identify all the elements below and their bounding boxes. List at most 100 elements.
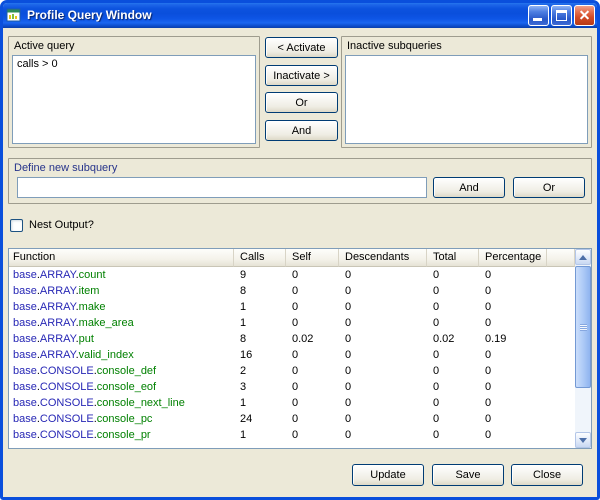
- column-header-filler: [547, 249, 575, 267]
- table-row[interactable]: base.CONSOLE.console_pr10000: [9, 427, 575, 443]
- self-cell: 0: [286, 267, 339, 283]
- percentage-cell: 0: [479, 299, 547, 315]
- define-subquery-panel: Define new subquery And Or: [8, 158, 592, 204]
- update-button[interactable]: Update: [352, 464, 424, 486]
- self-cell: 0: [286, 379, 339, 395]
- function-cell: base.ARRAY.make_area: [9, 315, 234, 331]
- table-row[interactable]: base.ARRAY.put80.0200.020.19: [9, 331, 575, 347]
- and-button[interactable]: And: [265, 120, 338, 141]
- save-button[interactable]: Save: [432, 464, 504, 486]
- calls-cell: 9: [234, 267, 286, 283]
- profile-query-window: Profile Query Window Active query calls …: [0, 0, 600, 500]
- close-window-button[interactable]: Close: [511, 464, 583, 486]
- calls-cell: 8: [234, 283, 286, 299]
- total-cell: 0: [427, 299, 479, 315]
- table-header: Function Calls Self Descendants Total Pe…: [9, 249, 575, 267]
- function-cell: base.CONSOLE.console_next_line: [9, 395, 234, 411]
- calls-cell: 8: [234, 331, 286, 347]
- column-header-calls[interactable]: Calls: [234, 249, 286, 267]
- inactive-subqueries-list[interactable]: [345, 55, 588, 144]
- arrow-up-icon: [579, 255, 587, 260]
- active-query-list[interactable]: calls > 0: [12, 55, 256, 144]
- define-subquery-label: Define new subquery: [14, 162, 117, 174]
- descendants-cell: 0: [339, 363, 427, 379]
- table-row[interactable]: base.CONSOLE.console_def20000: [9, 363, 575, 379]
- profile-table: Function Calls Self Descendants Total Pe…: [8, 248, 592, 449]
- table-row[interactable]: base.CONSOLE.console_pc240000: [9, 411, 575, 427]
- table-row[interactable]: base.CONSOLE.console_next_line10000: [9, 395, 575, 411]
- percentage-cell: 0: [479, 363, 547, 379]
- calls-cell: 3: [234, 379, 286, 395]
- descendants-cell: 0: [339, 283, 427, 299]
- app-icon: [6, 7, 22, 23]
- self-cell: 0.02: [286, 331, 339, 347]
- minimize-icon: [533, 18, 542, 21]
- function-cell: base.ARRAY.item: [9, 283, 234, 299]
- thumb-grip-icon: [580, 324, 587, 331]
- table-body: base.ARRAY.count90000base.ARRAY.item8000…: [9, 267, 575, 448]
- calls-cell: 2: [234, 363, 286, 379]
- column-header-self[interactable]: Self: [286, 249, 339, 267]
- percentage-cell: 0: [479, 283, 547, 299]
- inactivate-button[interactable]: Inactivate >: [265, 65, 338, 86]
- total-cell: 0: [427, 363, 479, 379]
- arrow-down-icon: [579, 438, 587, 443]
- window-title: Profile Query Window: [25, 8, 525, 22]
- self-cell: 0: [286, 347, 339, 363]
- column-header-percentage[interactable]: Percentage: [479, 249, 547, 267]
- table-row[interactable]: base.CONSOLE.console_eof30000: [9, 379, 575, 395]
- activate-button[interactable]: < Activate: [265, 37, 338, 58]
- table-row[interactable]: base.ARRAY.count90000: [9, 267, 575, 283]
- column-header-descendants[interactable]: Descendants: [339, 249, 427, 267]
- percentage-cell: 0: [479, 315, 547, 331]
- nest-output-label: Nest Output?: [29, 219, 94, 231]
- column-header-function[interactable]: Function: [9, 249, 234, 267]
- function-cell: base.ARRAY.make: [9, 299, 234, 315]
- self-cell: 0: [286, 315, 339, 331]
- percentage-cell: 0: [479, 395, 547, 411]
- percentage-cell: 0: [479, 267, 547, 283]
- subquery-and-button[interactable]: And: [433, 177, 505, 198]
- function-cell: base.ARRAY.count: [9, 267, 234, 283]
- descendants-cell: 0: [339, 299, 427, 315]
- function-cell: base.CONSOLE.console_eof: [9, 379, 234, 395]
- table-row[interactable]: base.ARRAY.item80000: [9, 283, 575, 299]
- subquery-input[interactable]: [17, 177, 427, 198]
- minimize-button[interactable]: [528, 5, 549, 26]
- total-cell: 0: [427, 411, 479, 427]
- scrollbar-thumb[interactable]: [575, 266, 591, 388]
- or-button[interactable]: Or: [265, 92, 338, 113]
- total-cell: 0: [427, 427, 479, 443]
- nest-output-checkbox[interactable]: [10, 219, 23, 232]
- percentage-cell: 0: [479, 411, 547, 427]
- active-query-item[interactable]: calls > 0: [13, 56, 255, 72]
- self-cell: 0: [286, 283, 339, 299]
- total-cell: 0: [427, 347, 479, 363]
- descendants-cell: 0: [339, 347, 427, 363]
- vertical-scrollbar[interactable]: [575, 249, 591, 448]
- descendants-cell: 0: [339, 267, 427, 283]
- scroll-up-button[interactable]: [575, 249, 591, 265]
- self-cell: 0: [286, 411, 339, 427]
- scroll-down-button[interactable]: [575, 432, 591, 448]
- percentage-cell: 0.19: [479, 331, 547, 347]
- table-row[interactable]: base.ARRAY.valid_index160000: [9, 347, 575, 363]
- subquery-or-button[interactable]: Or: [513, 177, 585, 198]
- descendants-cell: 0: [339, 331, 427, 347]
- percentage-cell: 0: [479, 427, 547, 443]
- column-header-total[interactable]: Total: [427, 249, 479, 267]
- function-cell: base.ARRAY.valid_index: [9, 347, 234, 363]
- titlebar[interactable]: Profile Query Window: [2, 2, 598, 28]
- close-button[interactable]: [574, 5, 595, 26]
- function-cell: base.CONSOLE.console_def: [9, 363, 234, 379]
- self-cell: 0: [286, 363, 339, 379]
- window-controls: [528, 5, 595, 26]
- active-query-label: Active query: [14, 40, 75, 52]
- calls-cell: 1: [234, 395, 286, 411]
- calls-cell: 1: [234, 427, 286, 443]
- table-row[interactable]: base.ARRAY.make10000: [9, 299, 575, 315]
- table-row[interactable]: base.ARRAY.make_area10000: [9, 315, 575, 331]
- inactive-subqueries-label: Inactive subqueries: [347, 40, 442, 52]
- maximize-button[interactable]: [551, 5, 572, 26]
- total-cell: 0: [427, 379, 479, 395]
